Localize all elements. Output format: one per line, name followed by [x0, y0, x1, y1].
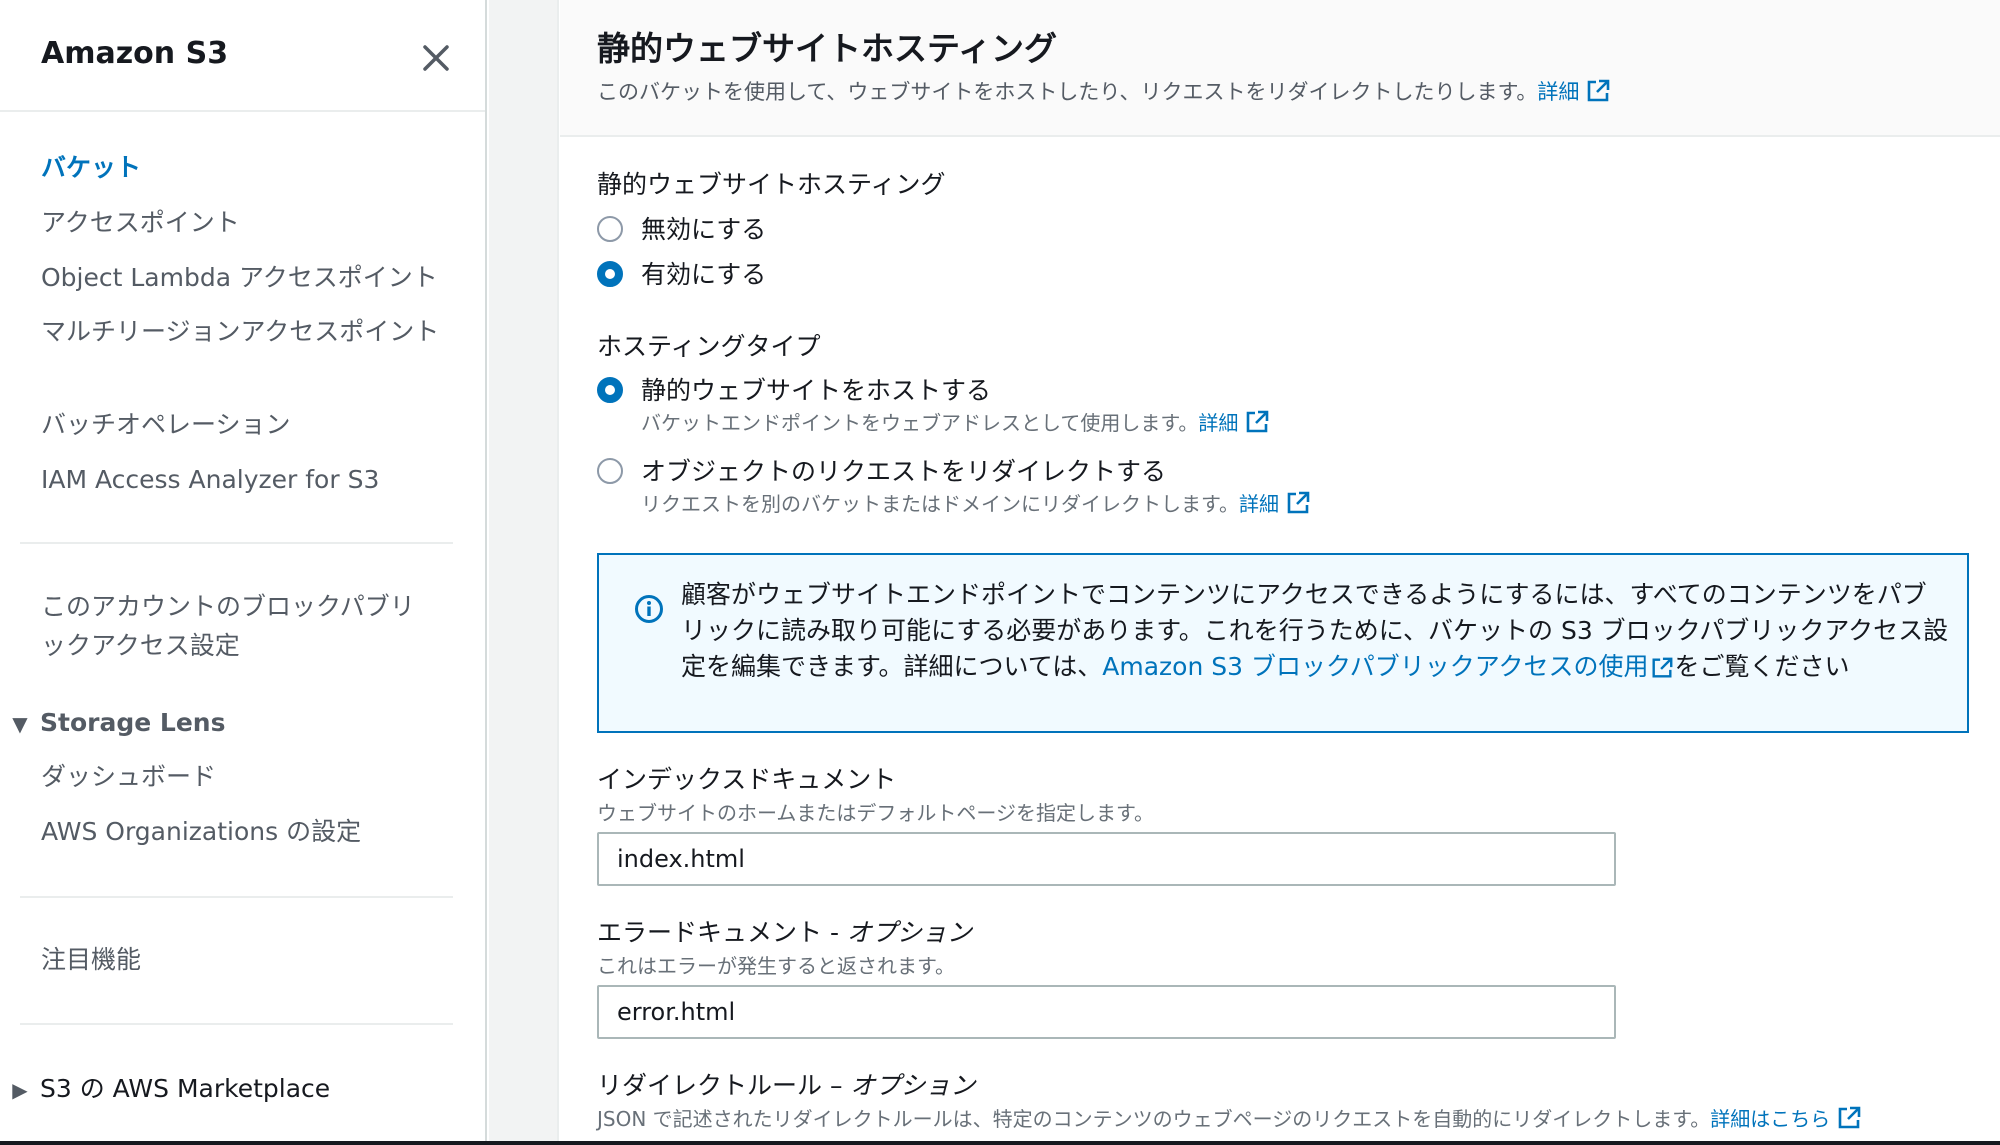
sidebar-divider — [20, 542, 453, 544]
sidebar-item-dashboards[interactable]: ダッシュボード — [41, 757, 216, 796]
redirect-rules-description: JSON で記述されたリダイレクトルールは、特定のコンテンツのウェブページのリク… — [597, 1103, 1862, 1132]
radio-button-selected[interactable] — [597, 377, 623, 403]
sidebar-header: Amazon S3 — [0, 0, 485, 112]
external-link-icon[interactable] — [1650, 656, 1674, 680]
radio-label: 有効にする — [641, 260, 767, 289]
sidebar-item-batch-operations[interactable]: バッチオペレーション — [41, 405, 291, 444]
hosting-type-label: ホスティングタイプ — [597, 332, 821, 361]
radio-label: 無効にする — [641, 215, 767, 244]
error-document-description: これはエラーが発生すると返されます。 — [597, 954, 955, 978]
radio-label: オブジェクトのリクエストをリダイレクトする — [641, 457, 1167, 486]
radio-description-text: バケットエンドポイントをウェブアドレスとして使用します。 — [641, 411, 1199, 435]
panel-header: 静的ウェブサイトホスティング このバケットを使用して、ウェブサイトをホストしたり… — [560, 0, 2000, 137]
info-text: 顧客がウェブサイトエンドポイントでコンテンツにアクセスできるようにするには、すべ… — [681, 577, 1951, 685]
radio-description: リクエストを別のバケットまたはドメインにリダイレクトします。詳細 — [641, 488, 1311, 517]
main-panel: 静的ウェブサイトホスティング このバケットを使用して、ウェブサイトをホストしたり… — [560, 0, 2000, 1145]
external-link-icon[interactable] — [1585, 78, 1611, 104]
optional-tag: オプション — [850, 1071, 976, 1100]
hosting-label: 静的ウェブサイトホスティング — [597, 170, 946, 199]
sidebar-item-access-points[interactable]: アクセスポイント — [41, 203, 240, 242]
sidebar-title: Amazon S3 — [41, 36, 229, 71]
sidebar-divider — [20, 896, 453, 898]
sidebar-section-marketplace[interactable]: ▶ S3 の AWS Marketplace — [0, 1069, 330, 1110]
page-title: 静的ウェブサイトホスティング — [597, 29, 1058, 68]
caret-right-icon: ▶ — [12, 1078, 28, 1102]
sidebar-item-block-public-access[interactable]: このアカウントのブロックパブリックアクセス設定 — [41, 587, 421, 665]
radio-button[interactable] — [597, 216, 623, 242]
external-link-icon[interactable] — [1285, 490, 1311, 516]
close-icon[interactable] — [418, 40, 454, 76]
caret-down-icon: ▼ — [12, 712, 28, 736]
index-document-input[interactable] — [597, 832, 1616, 886]
radio-label: 静的ウェブサイトをホストする — [641, 376, 992, 405]
index-document-label: インデックスドキュメント — [597, 765, 897, 794]
redirect-rules-label: リダイレクトルール – オプション — [597, 1066, 975, 1102]
panel-description: このバケットを使用して、ウェブサイトをホストしたり、リクエストをリダイレクトした… — [597, 76, 1611, 106]
detail-link[interactable]: 詳細 — [1239, 492, 1279, 516]
info-text-after: をご覧ください — [1674, 652, 1850, 681]
sidebar-item-featured[interactable]: 注目機能 — [41, 940, 141, 979]
error-document-label: エラードキュメント - オプション — [597, 913, 972, 949]
layout-gutter — [489, 0, 559, 1145]
external-link-icon[interactable] — [1244, 409, 1270, 435]
navigation-sidebar: Amazon S3 バケット アクセスポイント Object Lambda アク… — [0, 0, 487, 1145]
detail-link[interactable]: 詳細 — [1537, 80, 1579, 104]
radio-description: バケットエンドポイントをウェブアドレスとして使用します。詳細 — [641, 407, 1270, 436]
radio-button[interactable] — [597, 458, 623, 484]
sidebar-item-iam-analyzer[interactable]: IAM Access Analyzer for S3 — [41, 460, 379, 499]
marketplace-label: S3 の AWS Marketplace — [40, 1074, 331, 1103]
error-document-input[interactable] — [597, 985, 1616, 1039]
storage-lens-label: Storage Lens — [40, 708, 226, 737]
info-alert: 顧客がウェブサイトエンドポイントでコンテンツにアクセスできるようにするには、すべ… — [597, 553, 1969, 733]
sidebar-item-multi-region[interactable]: マルチリージョンアクセスポイント — [41, 312, 441, 351]
radio-button-selected[interactable] — [597, 261, 623, 287]
sidebar-section-storage-lens[interactable]: ▼ Storage Lens — [0, 703, 225, 744]
optional-tag: オプション — [846, 918, 972, 947]
block-public-access-link[interactable]: Amazon S3 ブロックパブリックアクセスの使用 — [1102, 652, 1648, 681]
learn-more-link[interactable]: 詳細はこちら — [1710, 1107, 1830, 1131]
sidebar-divider — [20, 1023, 453, 1025]
redirect-rules-description-text: JSON で記述されたリダイレクトルールは、特定のコンテンツのウェブページのリク… — [597, 1107, 1711, 1131]
external-link-icon[interactable] — [1836, 1105, 1862, 1131]
error-document-label-text: エラードキュメント - — [597, 918, 847, 947]
sidebar-item-object-lambda[interactable]: Object Lambda アクセスポイント — [41, 258, 438, 297]
redirect-rules-label-text: リダイレクトルール – — [597, 1071, 851, 1100]
detail-link[interactable]: 詳細 — [1198, 411, 1238, 435]
index-document-description: ウェブサイトのホームまたはデフォルトページを指定します。 — [597, 801, 1154, 825]
sidebar-item-organizations-settings[interactable]: AWS Organizations の設定 — [41, 812, 361, 851]
radio-description-text: リクエストを別のバケットまたはドメインにリダイレクトします。 — [641, 492, 1239, 516]
bottom-edge — [0, 1141, 2000, 1145]
sidebar-item-buckets[interactable]: バケット — [41, 148, 141, 187]
panel-description-text: このバケットを使用して、ウェブサイトをホストしたり、リクエストをリダイレクトした… — [597, 80, 1538, 104]
info-icon — [635, 595, 663, 623]
